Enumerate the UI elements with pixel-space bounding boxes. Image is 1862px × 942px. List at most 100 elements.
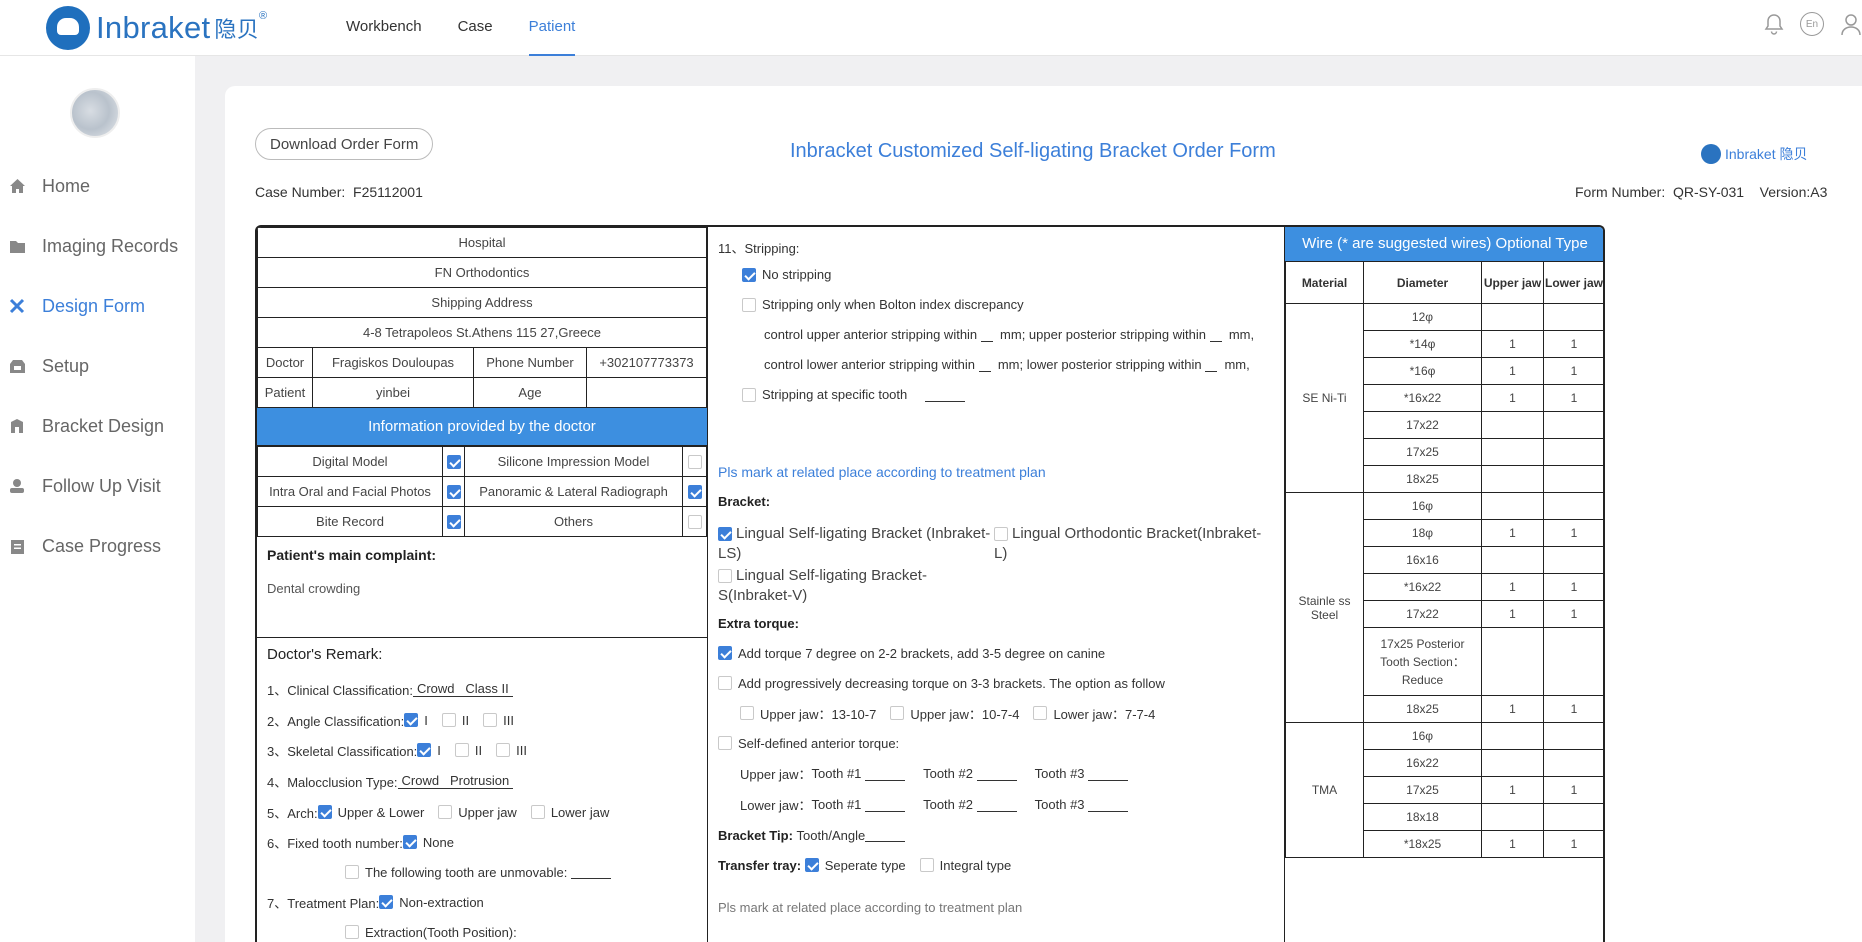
lower-tooth2-input[interactable] xyxy=(976,798,1017,812)
angle-iii-checkbox[interactable] xyxy=(483,713,498,727)
phone-label: Phone Number xyxy=(473,347,587,378)
lower-anterior-blank[interactable] xyxy=(978,358,991,372)
arch-label: 5、Arch: xyxy=(267,805,318,821)
upper-anterior-blank[interactable] xyxy=(980,328,993,342)
extraction-checkbox[interactable] xyxy=(345,925,359,939)
hospital-value: FN Orthodontics xyxy=(257,257,707,288)
lower-stripping-label: control lower anterior stripping within xyxy=(764,357,975,372)
integral-type-label: Integral type xyxy=(939,857,1012,873)
wire-table: Material Diameter Upper jaw Lower jaw SE… xyxy=(1285,261,1603,858)
setup-icon xyxy=(8,357,26,375)
fixed-tooth-none-checkbox[interactable] xyxy=(402,835,417,849)
download-order-form-button[interactable]: Download Order Form xyxy=(255,128,434,160)
language-icon[interactable]: En xyxy=(1800,12,1824,36)
no-stripping-checkbox[interactable] xyxy=(742,267,756,282)
brand-reg: ® xyxy=(259,10,268,22)
upper-tooth3-input[interactable] xyxy=(1088,767,1129,781)
clinical-classification-label: 1、Clinical Classification: xyxy=(267,682,413,698)
lingual-orthodontic-checkbox[interactable] xyxy=(994,527,1008,542)
main-nav: Workbench Case Patient xyxy=(346,0,611,56)
arch-lower-checkbox[interactable] xyxy=(530,805,545,819)
sidebar-item-case-progress[interactable]: Case Progress xyxy=(0,516,195,576)
bell-icon[interactable] xyxy=(1764,13,1784,35)
angle-i-checkbox[interactable] xyxy=(404,713,419,727)
specific-stripping-blank[interactable] xyxy=(925,388,966,402)
arch-upper-lower-checkbox[interactable] xyxy=(317,805,332,819)
lower-posterior-blank[interactable] xyxy=(1205,358,1218,372)
torque-progressive-checkbox[interactable] xyxy=(718,676,732,690)
sidebar-item-design-form[interactable]: Design Form xyxy=(0,276,195,336)
unmovable-checkbox[interactable] xyxy=(345,865,359,879)
torque-lower-7-7-4-checkbox[interactable] xyxy=(1033,706,1048,720)
sidebar-item-home[interactable]: Home xyxy=(0,156,195,216)
upper-posterior-blank[interactable] xyxy=(1209,328,1222,342)
lingual-self-ligating-s-checkbox[interactable] xyxy=(718,569,732,584)
skeletal-ii-checkbox[interactable] xyxy=(454,743,469,757)
nav-case[interactable]: Case xyxy=(458,0,493,56)
integral-type-checkbox[interactable] xyxy=(919,858,934,872)
skeletal-i-checkbox[interactable] xyxy=(417,743,432,757)
table-cell: 17x25 Posterior Tooth Section：Reduce xyxy=(1363,627,1482,696)
sidebar-item-label: Design Form xyxy=(42,295,146,316)
avatar[interactable] xyxy=(70,88,120,138)
upper-tooth1-input[interactable] xyxy=(865,767,906,781)
sidebar-item-bracket-design[interactable]: Bracket Design xyxy=(0,396,195,456)
bracket-label: Bracket: xyxy=(718,494,771,509)
unmovable-blank[interactable] xyxy=(570,865,611,879)
treatment-column: 11、Stripping: No stripping Stripping onl… xyxy=(708,227,1285,942)
bracket-tip-input[interactable] xyxy=(865,828,906,842)
self-defined-torque-label: Self-defined anterior torque: xyxy=(738,735,900,751)
unmovable-label: The following tooth are unmovable: xyxy=(365,864,568,880)
brand-small-logo: Inbraket 隐贝 xyxy=(1701,144,1807,164)
table-cell: *16x22 xyxy=(1363,384,1482,412)
sidebar-item-imaging-records[interactable]: Imaging Records xyxy=(0,216,195,276)
info-provided-header: Information provided by the doctor xyxy=(257,408,707,446)
upper-tooth2-input[interactable] xyxy=(976,767,1017,781)
table-cell: 12φ xyxy=(1363,303,1482,331)
table-cell: 1 xyxy=(1481,357,1544,385)
silicone-model-checkbox[interactable] xyxy=(687,455,702,470)
col-diameter: Diameter xyxy=(1363,261,1482,304)
lower-tooth1-input[interactable] xyxy=(865,798,906,812)
lingual-self-ligating-checkbox[interactable] xyxy=(718,527,732,542)
self-defined-torque-checkbox[interactable] xyxy=(718,736,732,750)
bite-record-checkbox[interactable] xyxy=(446,515,461,530)
others-checkbox[interactable] xyxy=(687,515,702,530)
age-label: Age xyxy=(473,377,587,408)
table-cell: 1 xyxy=(1543,830,1603,858)
sidebar-item-label: Home xyxy=(42,175,91,196)
sidebar-item-setup[interactable]: Setup xyxy=(0,336,195,396)
form-title: Inbracket Customized Self-ligating Brack… xyxy=(790,140,1276,162)
bracket-tip-value: Tooth/Angle xyxy=(796,827,866,843)
others-label: Others xyxy=(464,506,683,537)
case-number: Case Number: F25112001 xyxy=(255,184,423,200)
arch-upper-checkbox[interactable] xyxy=(438,805,453,819)
nav-patient[interactable]: Patient xyxy=(528,0,576,56)
table-cell: 1 xyxy=(1543,357,1603,385)
torque-7-degree-checkbox[interactable] xyxy=(718,646,732,660)
non-extraction-checkbox[interactable] xyxy=(379,895,394,909)
skeletal-iii-checkbox[interactable] xyxy=(496,743,511,757)
sidebar-item-follow-up-visit[interactable]: Follow Up Visit xyxy=(0,456,195,516)
arch-upper-label: Upper jaw xyxy=(458,804,517,820)
bolton-stripping-checkbox[interactable] xyxy=(742,297,756,312)
separate-type-checkbox[interactable] xyxy=(804,858,819,872)
angle-ii-checkbox[interactable] xyxy=(441,713,456,727)
table-cell xyxy=(1481,749,1544,777)
user-icon xyxy=(8,477,26,495)
table-cell: 17x25 xyxy=(1363,776,1482,804)
form-number-label: Form Number: xyxy=(1575,184,1666,200)
lower-tooth3-input[interactable] xyxy=(1088,798,1129,812)
user-icon[interactable] xyxy=(1840,12,1862,36)
radiograph-checkbox[interactable] xyxy=(687,485,702,500)
torque-upper-13-10-7-checkbox[interactable] xyxy=(740,706,754,720)
patient-value: yinbei xyxy=(312,377,474,408)
torque-upper-10-7-4-checkbox[interactable] xyxy=(890,706,905,720)
table-cell: 1 xyxy=(1481,830,1544,858)
digital-model-checkbox[interactable] xyxy=(446,455,461,470)
nav-workbench[interactable]: Workbench xyxy=(346,0,422,56)
intraoral-photos-checkbox[interactable] xyxy=(446,485,461,500)
upper-unit-label: mm, xyxy=(1228,327,1255,342)
brand-logo[interactable]: Inbraket 隐贝 ® xyxy=(46,6,267,50)
specific-stripping-checkbox[interactable] xyxy=(742,387,756,402)
